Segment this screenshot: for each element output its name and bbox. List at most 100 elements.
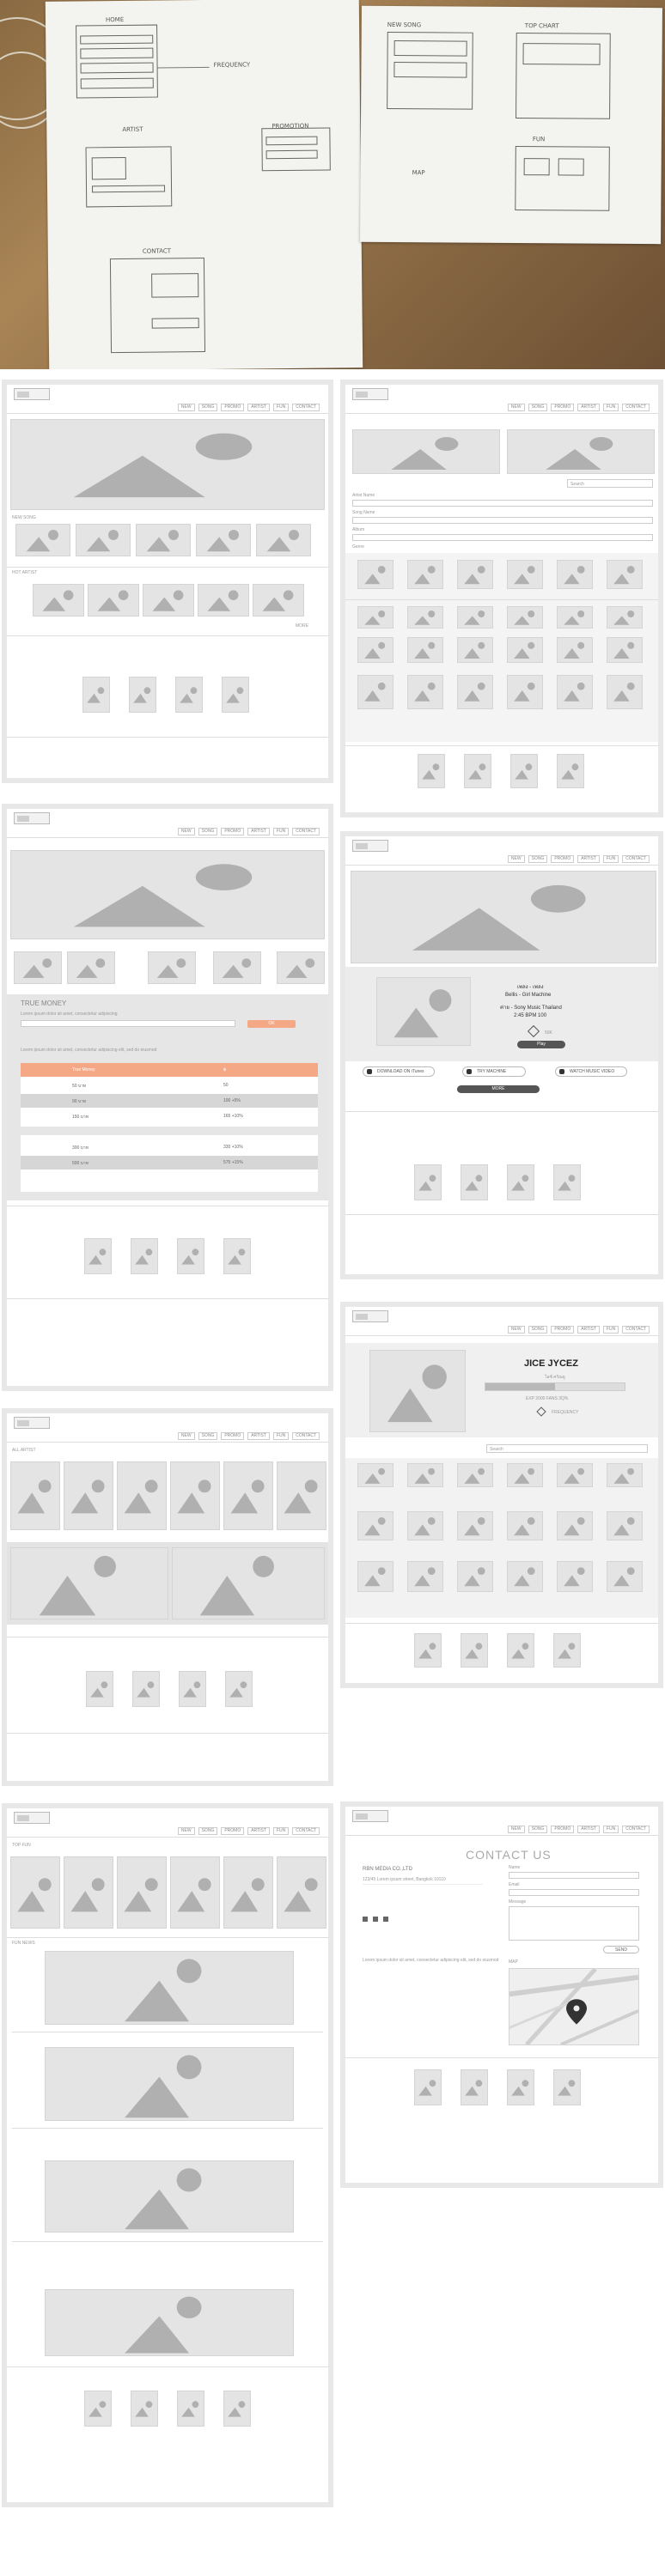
song-thumb[interactable] <box>457 560 493 589</box>
nav-item[interactable]: CONTACT <box>292 1432 320 1440</box>
artist-thumb[interactable] <box>88 584 139 617</box>
nav-item[interactable]: FUN <box>602 1826 619 1833</box>
artist-thumb[interactable] <box>198 584 249 617</box>
promo-thumb[interactable] <box>277 951 325 984</box>
artist-thumb[interactable] <box>407 1463 443 1487</box>
nav-item[interactable]: NEW <box>507 1826 525 1833</box>
song-thumb[interactable] <box>407 637 443 663</box>
nav-item[interactable]: FUN <box>602 855 619 863</box>
name-field[interactable] <box>509 1872 639 1879</box>
logo[interactable] <box>352 388 388 400</box>
artist-card[interactable] <box>64 1461 113 1530</box>
footer-thumb[interactable] <box>84 1238 112 1274</box>
song-thumb[interactable] <box>507 560 543 589</box>
nav-item[interactable]: ARTIST <box>247 1827 270 1835</box>
song-thumb[interactable] <box>457 675 493 709</box>
nav-item[interactable]: PROMO <box>551 855 575 863</box>
nav-item[interactable]: ARTIST <box>577 404 600 411</box>
song-thumb[interactable] <box>607 675 643 709</box>
nav-item[interactable]: PROMO <box>221 1827 245 1835</box>
nav-item[interactable]: FUN <box>272 1827 290 1835</box>
song-thumb[interactable] <box>557 606 593 629</box>
nav-item[interactable]: PROMO <box>551 1326 575 1334</box>
footer-thumb[interactable] <box>223 2391 251 2427</box>
footer-thumb[interactable] <box>84 2391 112 2427</box>
nav-item[interactable]: CONTACT <box>292 404 320 411</box>
promo-thumb[interactable] <box>213 951 261 984</box>
promo-code-input[interactable] <box>21 1020 235 1027</box>
song-thumb[interactable] <box>76 524 131 556</box>
nav-item[interactable]: NEW <box>507 855 525 863</box>
footer-thumb[interactable] <box>177 1238 204 1274</box>
fun-card[interactable] <box>277 1856 326 1929</box>
nav-item[interactable]: ARTIST <box>247 1432 270 1440</box>
artist-thumb[interactable] <box>357 1463 394 1487</box>
try-button[interactable]: TRY MACHINE <box>462 1066 526 1077</box>
artist-card[interactable] <box>277 1461 326 1530</box>
song-thumb[interactable] <box>557 560 593 589</box>
nav-item[interactable]: CONTACT <box>622 855 650 863</box>
song-thumb[interactable] <box>407 606 443 629</box>
nav-item[interactable]: CONTACT <box>622 1326 650 1334</box>
hero-image[interactable] <box>10 850 325 939</box>
nav-item[interactable]: FUN <box>272 404 290 411</box>
footer-thumb[interactable] <box>557 754 584 788</box>
footer-thumb[interactable] <box>131 2391 158 2427</box>
fun-card[interactable] <box>117 1856 167 1929</box>
artist-card[interactable] <box>117 1461 167 1530</box>
artist-thumb[interactable] <box>457 1561 493 1592</box>
song-thumb[interactable] <box>256 524 311 556</box>
footer-thumb[interactable] <box>129 677 156 713</box>
artist-thumb[interactable] <box>557 1463 593 1487</box>
more-button[interactable]: MORE <box>457 1085 540 1093</box>
nav-item[interactable]: ARTIST <box>247 828 270 835</box>
artist-thumb[interactable] <box>143 584 194 617</box>
footer-thumb[interactable] <box>507 1633 534 1668</box>
song-thumb[interactable] <box>457 637 493 663</box>
footer-thumb[interactable] <box>414 1633 442 1668</box>
logo[interactable] <box>14 1812 50 1824</box>
promo-thumb[interactable] <box>67 951 115 984</box>
promo-thumb[interactable] <box>14 951 62 984</box>
artist-photo[interactable] <box>369 1350 466 1432</box>
artist-card[interactable] <box>223 1461 273 1530</box>
footer-thumb[interactable] <box>86 1671 113 1707</box>
footer-thumb[interactable] <box>464 754 491 788</box>
artist-thumb[interactable] <box>607 1463 643 1487</box>
play-button[interactable]: Play <box>517 1041 565 1048</box>
itunes-button[interactable]: DOWNLOAD ON iTunes <box>363 1066 435 1077</box>
nav-item[interactable]: SONG <box>198 1827 218 1835</box>
footer-thumb[interactable] <box>553 2069 581 2105</box>
footer-thumb[interactable] <box>131 1238 158 1274</box>
twitter-icon[interactable] <box>373 1917 378 1922</box>
nav-item[interactable]: NEW <box>177 828 195 835</box>
footer-thumb[interactable] <box>222 677 249 713</box>
nav-item[interactable]: FUN <box>602 404 619 411</box>
artist-thumb[interactable] <box>507 1561 543 1592</box>
footer-thumb[interactable] <box>177 2391 204 2427</box>
song-thumb[interactable] <box>15 524 70 556</box>
song-thumb[interactable] <box>607 560 643 589</box>
hero-image[interactable] <box>10 419 325 510</box>
song-thumb[interactable] <box>557 637 593 663</box>
nav-item[interactable]: CONTACT <box>622 1826 650 1833</box>
artist-thumb[interactable] <box>33 584 84 617</box>
footer-thumb[interactable] <box>132 1671 160 1707</box>
fun-card[interactable] <box>64 1856 113 1929</box>
footer-thumb[interactable] <box>507 2069 534 2105</box>
artist-card[interactable] <box>170 1461 220 1530</box>
instagram-icon[interactable] <box>383 1917 388 1922</box>
banner-image[interactable] <box>352 429 500 474</box>
nav-item[interactable]: PROMO <box>221 404 245 411</box>
fun-news-image[interactable] <box>45 2160 294 2233</box>
promo-submit-button[interactable]: OK <box>247 1020 296 1028</box>
nav-item[interactable]: ARTIST <box>577 1326 600 1334</box>
song-thumb[interactable] <box>136 524 191 556</box>
artist-thumb[interactable] <box>407 1561 443 1592</box>
more-link[interactable]: MORE <box>296 623 308 629</box>
song-thumb[interactable] <box>507 606 543 629</box>
nav-item[interactable]: PROMO <box>551 404 575 411</box>
nav-item[interactable]: FUN <box>272 828 290 835</box>
nav-item[interactable]: NEW <box>177 1827 195 1835</box>
hero-image[interactable] <box>351 871 656 963</box>
